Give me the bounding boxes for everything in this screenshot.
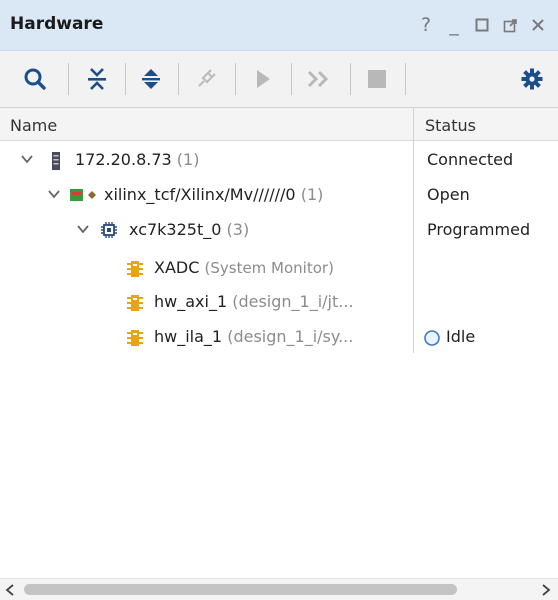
xadc-description: (System Monitor) (204, 259, 334, 277)
target-status: Open (427, 185, 470, 204)
run-immediate-icon (307, 70, 329, 88)
minimize-button[interactable]: _ (440, 12, 468, 38)
tree-row-xadc[interactable]: XADC (System Monitor) (0, 251, 558, 286)
maximize-button[interactable] (468, 12, 496, 38)
chevron-down-icon[interactable] (47, 187, 61, 201)
run-immediate-button (304, 64, 334, 94)
collapse-all-button[interactable] (82, 64, 112, 94)
xadc-name: XADC (154, 258, 200, 277)
debug-core-icon (127, 261, 143, 277)
tree-row-device[interactable]: xc7k325t_0 (3) Programmed (0, 213, 558, 248)
tree-row-hw-ila[interactable]: hw_ila_1 (design_1_i/sy... Idle (0, 320, 558, 355)
window-controls: ? _ (412, 12, 552, 38)
target-name: xilinx_tcf/Xilinx/Mv//////0 (104, 185, 296, 204)
run-trigger-button (248, 64, 278, 94)
hw-axi-name: hw_axi_1 (154, 292, 228, 311)
debug-core-icon (127, 330, 143, 346)
server-icon (52, 152, 60, 170)
stop-icon (368, 70, 386, 88)
column-header-status[interactable]: Status (425, 116, 476, 135)
scroll-right-icon[interactable] (540, 583, 552, 597)
toolbar-separator (235, 63, 236, 95)
fpga-chip-icon (101, 222, 117, 238)
run-trigger-icon (257, 70, 270, 88)
float-button[interactable] (496, 12, 524, 38)
device-count: (3) (226, 220, 250, 239)
close-button[interactable] (524, 12, 552, 38)
toolbar-separator (178, 63, 179, 95)
search-button[interactable] (20, 64, 50, 94)
idle-status-icon (424, 330, 440, 346)
stop-button (362, 64, 392, 94)
toolbar-separator (125, 63, 126, 95)
tree-row-host[interactable]: 172.20.8.73 (1) Connected (0, 143, 558, 178)
jtag-cable-icon (70, 189, 96, 201)
auto-connect-button (191, 64, 221, 94)
device-name: xc7k325t_0 (129, 220, 222, 239)
collapse-all-icon (88, 68, 106, 90)
toolbar-separator (405, 63, 406, 95)
float-window-icon (503, 18, 517, 32)
table-header: Name Status (0, 108, 558, 141)
settings-button[interactable] (517, 64, 547, 94)
expand-all-icon (142, 69, 160, 89)
toolbar-separator (291, 63, 292, 95)
toolbar-separator (68, 63, 69, 95)
column-header-name[interactable]: Name (10, 116, 57, 135)
hw-ila-name: hw_ila_1 (154, 327, 223, 346)
help-button[interactable]: ? (412, 12, 440, 38)
search-icon (24, 68, 46, 90)
horizontal-scrollbar[interactable] (0, 578, 558, 600)
maximize-icon (475, 18, 489, 32)
auto-connect-icon (198, 69, 216, 87)
tree-row-hw-axi[interactable]: hw_axi_1 (design_1_i/jt... (0, 285, 558, 320)
host-name: 172.20.8.73 (75, 150, 172, 169)
hw-axi-path: (design_1_i/jt... (232, 292, 354, 311)
chevron-down-icon[interactable] (20, 152, 34, 166)
device-status: Programmed (427, 220, 531, 239)
scroll-left-icon[interactable] (4, 583, 16, 597)
panel-title: Hardware (10, 14, 104, 34)
gear-icon (521, 68, 543, 90)
tree-row-target[interactable]: xilinx_tcf/Xilinx/Mv//////0 (1) Open (0, 178, 558, 213)
hardware-panel: Hardware ? _ Name Status 172.20.8.73 (1)… (0, 0, 558, 600)
toolbar-separator (350, 63, 351, 95)
close-icon (532, 19, 544, 31)
host-status: Connected (427, 150, 514, 169)
hw-ila-status: Idle (446, 327, 476, 346)
panel-title-bar: Hardware ? _ (0, 0, 558, 51)
hardware-toolbar (0, 51, 558, 108)
debug-core-icon (127, 295, 143, 311)
scrollbar-thumb[interactable] (24, 584, 457, 595)
expand-all-button[interactable] (136, 64, 166, 94)
chevron-down-icon[interactable] (76, 222, 90, 236)
host-count: (1) (176, 150, 200, 169)
target-count: (1) (300, 185, 324, 204)
hw-ila-path: (design_1_i/sy... (227, 327, 354, 346)
